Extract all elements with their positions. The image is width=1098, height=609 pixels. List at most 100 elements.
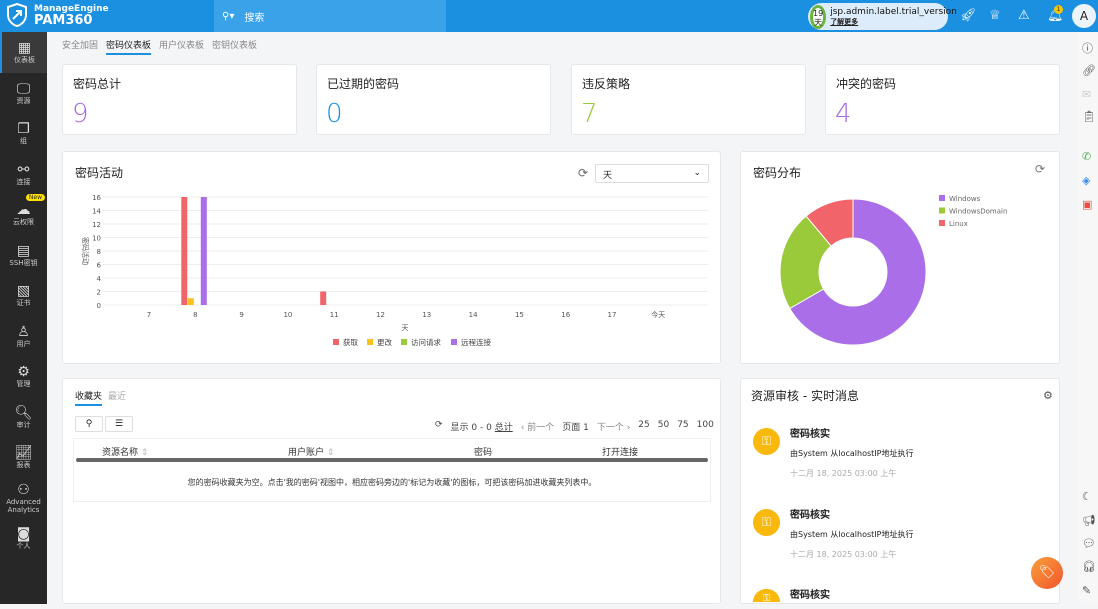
audit-title: 密码核实 <box>790 510 830 521</box>
crown-icon[interactable]: ♕ <box>989 8 1001 23</box>
sidebar-item-4[interactable]: ☁ 云权限 New <box>0 194 47 235</box>
dark-mode-icon[interactable]: ☾ <box>1082 490 1092 503</box>
sidebar-item-7[interactable]: ♙ 用户 <box>0 316 47 357</box>
search-button[interactable]: ⚲ <box>75 416 103 432</box>
legend-label: Linux <box>949 220 968 228</box>
new-badge: New <box>25 194 45 201</box>
empty-message: 您的密码收藏夹为空。点击'我的密码'视图中，相应密码旁边的'标记为收藏'的图标，… <box>187 478 597 487</box>
screen-share-icon[interactable]: ▣ <box>1082 198 1092 211</box>
notification-badge: 1 <box>1054 5 1063 14</box>
x-tick-label: 12 <box>376 311 385 319</box>
horizontal-scrollbar[interactable] <box>76 458 708 462</box>
announcement-icon[interactable]: 📢︎ <box>1082 514 1096 527</box>
clipboard-icon[interactable]: 📋︎ <box>1082 110 1096 123</box>
audit-item: ⚿ 密码核实 <box>753 589 1053 604</box>
stat-value: 9 <box>72 99 89 129</box>
stat-value: 0 <box>326 99 343 129</box>
showing-range: 显示 0 - 0 <box>450 423 492 433</box>
avatar[interactable]: A <box>1072 4 1096 28</box>
phone-icon[interactable]: ✆ <box>1082 150 1091 163</box>
tab-favorites[interactable]: 收藏夹 <box>75 389 103 406</box>
cloud-shield-icon: ☁ <box>16 202 31 219</box>
sidebar-item-12[interactable]: ◙ 个人 <box>0 518 47 559</box>
rocket-icon[interactable]: 🚀︎ <box>960 8 977 23</box>
sidebar-item-3[interactable]: ⚯ 连接 <box>0 154 47 195</box>
stat-expired-passwords[interactable]: 已过期的密码 0 <box>316 64 551 135</box>
x-tick-label: 13 <box>422 311 431 319</box>
sidebar-item-label: 云权限 <box>13 218 34 227</box>
pagination: ⟳ 显示 0 - 0 总计 ‹ 前一个 页面 1 下一个 › 25 50 75 … <box>435 420 714 433</box>
sidebar-item-11[interactable]: ⚇ Advanced Analytics <box>0 478 47 519</box>
x-tick-label: 8 <box>193 311 197 319</box>
column-user-account[interactable]: 用户账户 ⇕ <box>288 445 334 458</box>
page-size-75[interactable]: 75 <box>677 420 688 433</box>
tab-user-dashboard[interactable]: 用户仪表板 <box>159 38 204 55</box>
tab-password-dashboard[interactable]: 密码仪表板 <box>106 38 152 55</box>
y-tick-label: 4 <box>97 275 102 283</box>
support-icon[interactable]: 🎧︎ <box>1082 560 1096 573</box>
page-size-25[interactable]: 25 <box>638 420 649 433</box>
page-size-100[interactable]: 100 <box>697 420 714 433</box>
logo[interactable]: ManageEngine PAM360 <box>6 3 109 27</box>
user-icon: ♙ <box>17 323 30 340</box>
audit-item: ⚿ 密码核实 由System 从localhostIP地址执行 十二月 18, 202… <box>753 428 1053 498</box>
floating-action-button[interactable]: 🏷︎ <box>1031 557 1063 589</box>
legend-swatch <box>939 195 945 201</box>
sidebar-item-1[interactable]: 🖵 资源 <box>0 73 47 114</box>
tag-icon: 🏷︎ <box>1038 565 1056 580</box>
sidebar-item-9[interactable]: 🔍︎ 审计 <box>0 397 47 438</box>
stat-conflicting-passwords[interactable]: 冲突的密码 4 <box>825 64 1060 135</box>
y-tick-label: 8 <box>97 248 101 256</box>
tab-recent[interactable]: 最近 <box>108 389 126 406</box>
trial-banner[interactable]: 19 天 jsp.admin.label.trial_version 了解更多 <box>808 3 957 30</box>
stat-value: 4 <box>835 99 852 129</box>
favorites-card: 收藏夹 最近 ⚲ ☰ ⟳ 显示 0 - 0 总计 ‹ 前一个 页面 1 下一个 ›… <box>62 378 721 604</box>
group-icon: ❐ <box>17 121 30 138</box>
certificate-icon: ▧ <box>16 283 31 300</box>
sidebar-item-6[interactable]: ▧ 证书 <box>0 275 47 316</box>
bar-获取 <box>181 197 188 305</box>
sidebar-item-2[interactable]: ❐ 组 <box>0 113 47 154</box>
stat-label: 密码总计 <box>73 77 122 91</box>
tab-key-dashboard[interactable]: 密钥仪表板 <box>212 38 257 55</box>
chat-icon[interactable]: 💬︎ <box>1082 537 1096 550</box>
page-size-50[interactable]: 50 <box>658 420 669 433</box>
sidebar-item-5[interactable]: ▤ SSH密钥 <box>0 235 47 276</box>
column-resource-name[interactable]: 资源名称 ⇕ <box>102 445 148 458</box>
sidebar-item-0[interactable]: ▦ 仪表板 <box>0 32 47 73</box>
mail-icon[interactable]: ✉ <box>1082 88 1091 101</box>
stat-total-passwords[interactable]: 密码总计 9 <box>62 64 297 135</box>
trial-days: 19 天 <box>810 4 827 29</box>
audit-title: 密码核实 <box>790 590 830 601</box>
ssh-key-icon: ▤ <box>16 242 31 259</box>
audit-title: 密码核实 <box>790 429 830 440</box>
stat-policy-violations[interactable]: 违反策略 7 <box>571 64 806 135</box>
next-label: 下一个 <box>596 423 624 433</box>
y-axis-label: 密码活动 <box>81 237 90 265</box>
prev-page-button[interactable]: ‹ 前一个 <box>521 420 554 433</box>
search-input[interactable]: ⚲▾ 搜索 <box>214 0 446 32</box>
gear-icon[interactable]: ⚙ <box>1043 389 1053 402</box>
refresh-icon[interactable]: ⟳ <box>435 420 443 433</box>
legend-swatch <box>367 339 373 345</box>
link-icon[interactable]: 🔗︎ <box>1082 64 1096 77</box>
total-link[interactable]: 总计 <box>495 423 513 433</box>
warning-icon[interactable]: ⚠ <box>1018 8 1030 23</box>
remote-icon[interactable]: ◈ <box>1082 174 1090 187</box>
key-icon: ⚿ <box>753 589 780 604</box>
x-tick-label: 10 <box>283 311 292 319</box>
column-list-button[interactable]: ☰ <box>105 416 133 432</box>
bar-更改 <box>187 298 194 305</box>
help-icon[interactable]: ⓘ <box>1082 40 1093 56</box>
next-page-button[interactable]: 下一个 › <box>597 420 630 433</box>
shield-logo-icon <box>7 3 27 27</box>
tab-security-hardening[interactable]: 安全加固 <box>62 38 98 55</box>
sidebar-item-8[interactable]: ⚙ 管理 <box>0 356 47 397</box>
dashboard-icon: ▦ <box>17 40 32 57</box>
sidebar-item-10[interactable]: 📈︎ 报表 <box>0 437 47 478</box>
learn-more-link[interactable]: 了解更多 <box>830 17 957 27</box>
feedback-icon[interactable]: ✎ <box>1082 584 1091 597</box>
legend-label: 获取 <box>343 337 358 347</box>
key-icon: ⚿ <box>753 428 780 455</box>
sidebar-item-label: 审计 <box>16 420 31 429</box>
